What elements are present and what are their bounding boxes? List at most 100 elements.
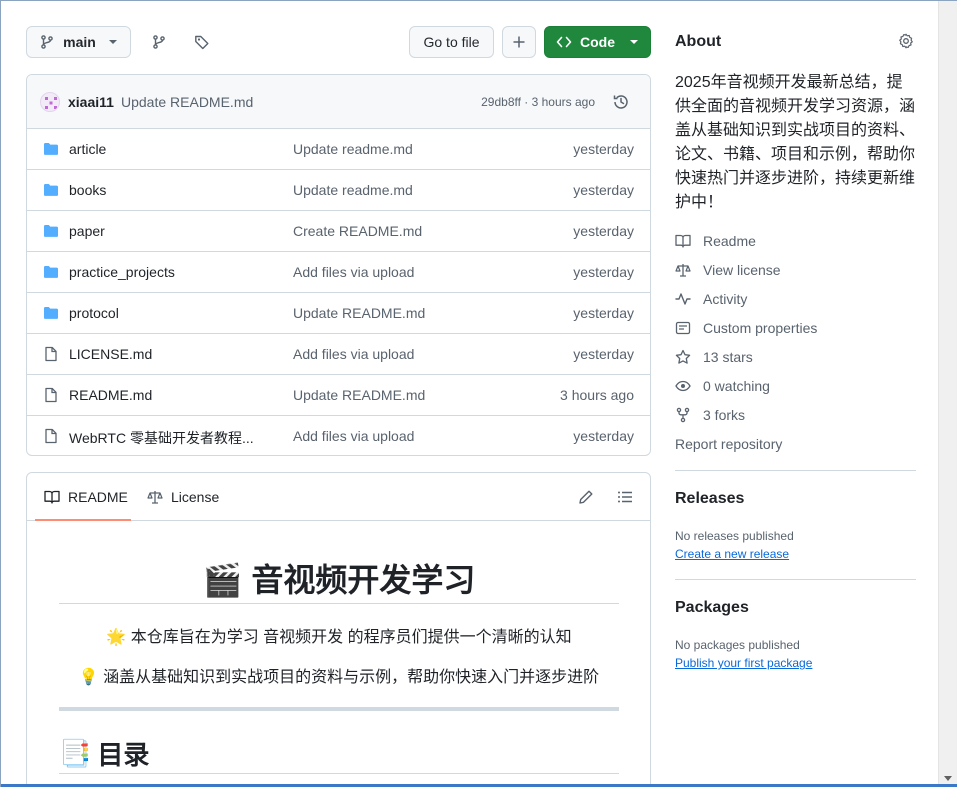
watching-count: 0 watching [703,378,770,394]
commit-author[interactable]: xiaai11 [68,94,114,110]
git-branch-icon [39,34,55,50]
go-to-file-button[interactable]: Go to file [409,26,494,58]
branches-button[interactable] [143,26,175,58]
custom-properties-label: Custom properties [703,320,818,336]
tags-button[interactable] [186,26,218,58]
go-to-file-label: Go to file [423,34,480,50]
file-name[interactable]: books [69,182,106,198]
readme-panel: README License 🎬 音视频开发学习 🌟 本仓库旨在为学习 音视频开… [26,472,651,787]
watching-link[interactable]: 0 watching [675,376,770,396]
file-row[interactable]: article Update readme.md yesterday [27,129,650,170]
scroll-down-arrow-icon[interactable] [944,776,952,781]
scale-icon [147,489,163,505]
activity-link[interactable]: Activity [675,289,747,309]
commit-message[interactable]: Update README.md [121,94,253,110]
file-commit-message[interactable]: Update README.md [293,387,425,403]
add-file-button[interactable] [502,26,536,58]
file-icon [43,387,59,403]
file-commit-message[interactable]: Update readme.md [293,141,413,157]
commit-meta[interactable]: 29db8ff · 3 hours ago [481,95,595,109]
file-commit-message[interactable]: Update readme.md [293,182,413,198]
outline-list-icon[interactable] [617,489,633,505]
file-row[interactable]: LICENSE.md Add files via upload yesterday [27,334,650,375]
file-commit-message[interactable]: Add files via upload [293,428,414,444]
avatar[interactable] [40,92,60,112]
readme-title-text: 音视频开发学习 [251,562,476,598]
publish-package-link[interactable]: Publish your first package [675,656,812,670]
latest-commit-bar: xiaai11 Update README.md 29db8ff · 3 hou… [27,75,650,129]
report-repository-link[interactable]: Report repository [675,434,782,454]
file-commit-message[interactable]: Create README.md [293,223,422,239]
lightbulb-icon: 💡 [78,669,99,686]
file-commit-message[interactable]: Add files via upload [293,264,414,280]
star-icon [675,349,691,365]
chevron-down-icon [629,39,639,45]
toc-heading-text: 目录 [97,740,150,770]
file-name[interactable]: paper [69,223,105,239]
gear-icon[interactable] [898,33,914,49]
file-name[interactable]: article [69,141,106,157]
file-commit-message[interactable]: Update README.md [293,305,425,321]
code-button[interactable]: Code [544,26,651,58]
tab-readme[interactable]: README [44,473,128,521]
tab-license[interactable]: License [147,473,219,521]
file-row[interactable]: WebRTC 零基础开发者教程... Add files via upload ye… [27,416,650,455]
vertical-scrollbar[interactable] [938,1,957,785]
tag-icon [194,34,210,50]
folder-icon [43,223,59,239]
file-row[interactable]: protocol Update README.md yesterday [27,293,650,334]
scale-icon [675,262,691,278]
file-commit-message[interactable]: Add files via upload [293,346,414,362]
file-row[interactable]: books Update readme.md yesterday [27,170,650,211]
releases-title[interactable]: Releases [675,490,744,508]
clapper-board-icon: 🎬 [202,562,243,598]
about-divider [675,470,916,471]
stars-count: 13 stars [703,349,753,365]
about-title: About [675,33,722,50]
file-rows: article Update readme.md yesterday books Upd… [27,129,650,455]
file-icon [43,428,59,444]
file-name[interactable]: protocol [69,305,119,321]
file-date: yesterday [573,141,634,157]
file-date: yesterday [573,264,634,280]
bookmark-tabs-icon: 📑 [59,738,92,768]
about-description: 2025年音视频开发最新总结，提供全面的音视频开发学习资源，涵盖从基础知识到实战… [675,74,916,211]
folder-icon [43,141,59,157]
readme-line-2-text: 涵盖从基础知识到实战项目的资料与示例，帮助你快速入门并逐步进阶 [103,669,600,686]
title-divider [59,603,619,604]
file-name[interactable]: WebRTC 零基础开发者教程... [69,428,254,448]
file-row[interactable]: practice_projects Add files via upload yes… [27,252,650,293]
custom-properties-link[interactable]: Custom properties [675,318,817,338]
folder-icon [43,305,59,321]
git-branch-icon [151,34,167,50]
pulse-icon [675,291,691,307]
readme-line-2: 💡 涵盖从基础知识到实战项目的资料与示例，帮助你快速入门并逐步进阶 [59,663,619,687]
create-release-link[interactable]: Create a new release [675,547,789,561]
file-row[interactable]: paper Create README.md yesterday [27,211,650,252]
code-icon [556,34,572,50]
file-name[interactable]: practice_projects [69,264,175,280]
packages-title[interactable]: Packages [675,599,749,617]
file-row[interactable]: README.md Update README.md 3 hours ago [27,375,650,416]
branch-name: main [63,34,96,50]
active-tab-underline [35,519,131,521]
history-icon[interactable] [612,93,630,111]
section-divider [59,707,619,711]
file-date: yesterday [573,182,634,198]
branch-selector-button[interactable]: main [26,26,131,58]
releases-divider [675,579,916,580]
readme-title: 🎬 音视频开发学习 [59,555,619,601]
folder-icon [43,182,59,198]
stars-link[interactable]: 13 stars [675,347,753,367]
code-button-label: Code [580,34,615,50]
forks-count: 3 forks [703,407,746,423]
pencil-icon[interactable] [578,489,594,505]
license-link[interactable]: View license [675,260,781,280]
forks-link[interactable]: 3 forks [675,405,745,425]
chevron-down-icon [108,39,118,45]
file-name[interactable]: README.md [69,387,152,403]
readme-link[interactable]: Readme [675,231,756,251]
releases-empty-text: No releases published [675,529,794,543]
file-date: yesterday [573,346,634,362]
file-name[interactable]: LICENSE.md [69,346,152,362]
